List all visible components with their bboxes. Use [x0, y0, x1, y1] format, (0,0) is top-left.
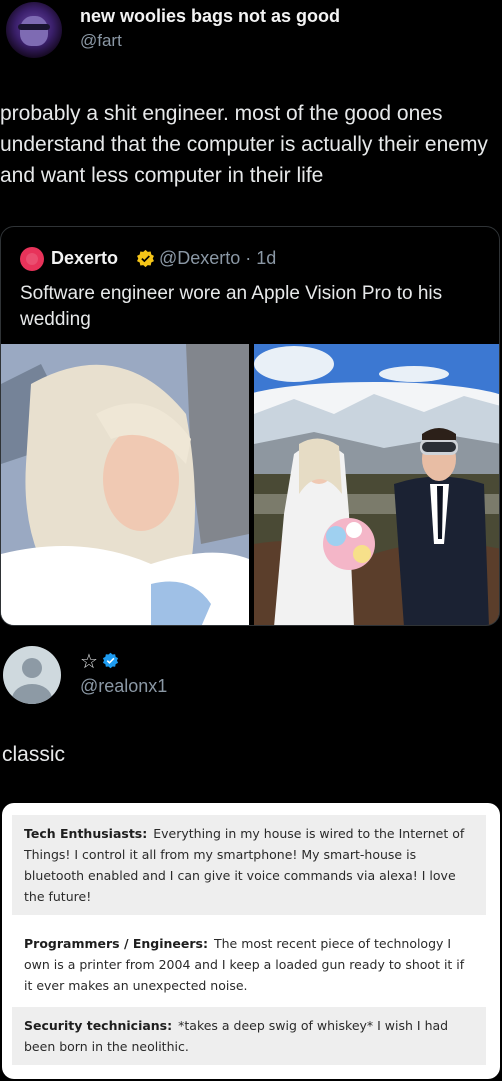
star-name-icon[interactable]: ☆: [80, 649, 98, 674]
user-handle[interactable]: @fart: [80, 31, 122, 51]
default-avatar[interactable]: [3, 646, 61, 704]
avatar-body: [12, 684, 52, 704]
verified-gold-icon: [137, 249, 154, 268]
couple-illustration: [254, 344, 499, 625]
quoted-tweet-card[interactable]: Dexerto @Dexerto · 1d Software engineer …: [0, 226, 500, 626]
attached-meme-image[interactable]: Tech Enthusiasts: Everything in my house …: [2, 803, 500, 1079]
meme-heading: Security technicians:: [24, 1018, 173, 1033]
meme-heading: Tech Enthusiasts:: [24, 826, 148, 841]
reply-text: classic: [2, 743, 66, 766]
wedding-photo-bride[interactable]: [1, 344, 249, 625]
quoted-author-avatar[interactable]: [20, 247, 44, 271]
display-name[interactable]: new woolies bags not as good: [80, 6, 340, 27]
avatar-head: [22, 658, 42, 678]
meme-block-security: Security technicians: *takes a deep swig …: [12, 1007, 486, 1065]
meme-heading: Programmers / Engineers:: [24, 936, 208, 951]
meme-block-tech-enthusiasts: Tech Enthusiasts: Everything in my house …: [12, 815, 486, 915]
reply-handle[interactable]: @realonx1: [80, 676, 167, 697]
quoted-author-name[interactable]: Dexerto: [51, 248, 118, 269]
verified-blue-icon: [102, 652, 119, 669]
tweet-text: probably a shit engineer. most of the go…: [0, 102, 488, 187]
avatar-face: [20, 16, 48, 46]
meme-block-programmers: Programmers / Engineers: The most recent …: [12, 925, 486, 1004]
wedding-photo-couple[interactable]: [254, 344, 499, 625]
quoted-tweet-text: Software engineer wore an Apple Vision P…: [20, 283, 443, 330]
bride-illustration: [1, 344, 249, 625]
avatar-glasses: [18, 24, 50, 30]
profile-avatar[interactable]: [6, 2, 62, 58]
quoted-handle-time: @Dexerto · 1d: [159, 248, 277, 268]
